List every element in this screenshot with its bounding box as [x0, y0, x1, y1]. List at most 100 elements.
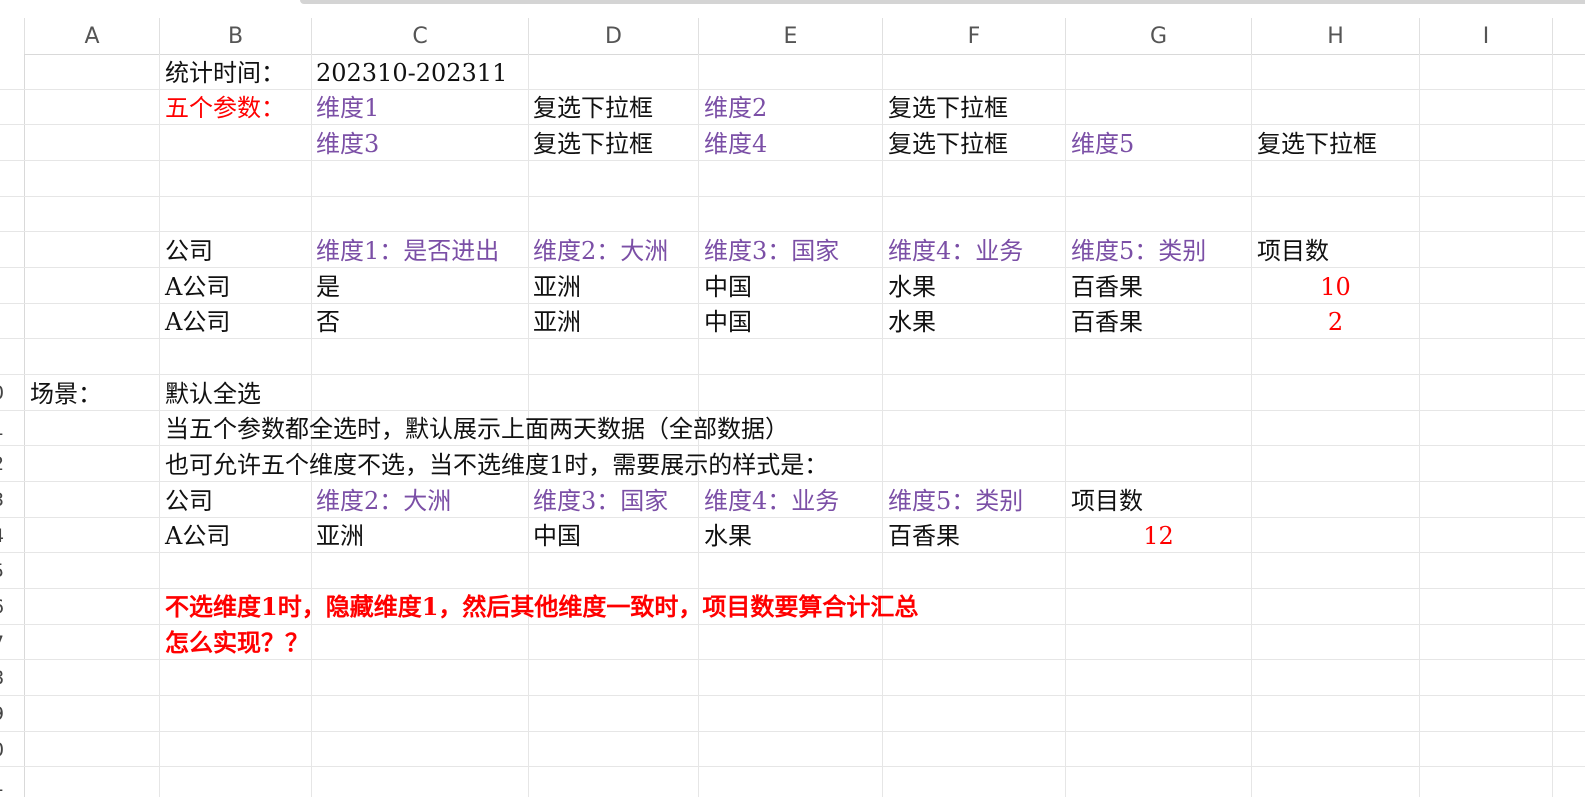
- grid-hline: [0, 231, 1585, 232]
- scenario-line2[interactable]: 当五个参数都全选时，默认展示上面两天数据（全部数据）: [165, 412, 789, 446]
- table-row-cell[interactable]: 亚洲: [533, 305, 581, 339]
- table-row-cell[interactable]: 亚洲: [533, 270, 581, 304]
- row-number[interactable]: 0: [0, 382, 12, 404]
- table2-header-dim5[interactable]: 维度5：类别: [888, 484, 1023, 518]
- param-dim5[interactable]: 维度5: [1071, 127, 1134, 161]
- grid-hline: [0, 374, 1585, 375]
- table1-header-company[interactable]: 公司: [165, 234, 213, 268]
- dim1-dropdown[interactable]: 复选下拉框: [533, 91, 653, 125]
- row-number[interactable]: 1: [0, 418, 12, 440]
- scenario-label[interactable]: 场景：: [30, 377, 102, 411]
- grid-vline: [882, 54, 883, 797]
- grid-hline: [0, 624, 1585, 625]
- column-separator: [1065, 18, 1066, 54]
- column-header-a[interactable]: A: [25, 18, 159, 55]
- row-number[interactable]: 6: [0, 596, 12, 618]
- column-header-f[interactable]: F: [883, 18, 1065, 55]
- column-separator: [1552, 18, 1553, 54]
- table1-header-dim1[interactable]: 维度1：是否进出: [316, 234, 499, 268]
- table-row-cell[interactable]: 中国: [533, 519, 581, 553]
- column-separator: [159, 18, 160, 54]
- grid-vline: [1251, 54, 1252, 797]
- column-header-h[interactable]: H: [1252, 18, 1419, 55]
- scenario-line3[interactable]: 也可允许五个维度不选，当不选维度1时，需要展示的样式是：: [165, 448, 828, 482]
- param-dim3[interactable]: 维度3: [316, 127, 379, 161]
- dim3-dropdown[interactable]: 复选下拉框: [533, 127, 653, 161]
- column-header-e[interactable]: E: [699, 18, 882, 55]
- table1-header-dim4[interactable]: 维度4：业务: [888, 234, 1023, 268]
- table-row-count[interactable]: 10: [1252, 270, 1419, 304]
- table2-header-dim4[interactable]: 维度4：业务: [704, 484, 839, 518]
- grid-hline: [0, 731, 1585, 732]
- row-number[interactable]: 0: [0, 739, 12, 761]
- column-header-d[interactable]: D: [529, 18, 698, 55]
- column-separator: [1419, 18, 1420, 54]
- table2-header-dim3[interactable]: 维度3：国家: [533, 484, 668, 518]
- grid-hline: [0, 196, 1585, 197]
- row-number[interactable]: 7: [0, 632, 12, 654]
- column-header-b[interactable]: B: [160, 18, 311, 55]
- dim5-dropdown[interactable]: 复选下拉框: [1257, 127, 1377, 161]
- row-number[interactable]: 9: [0, 703, 12, 725]
- table-row-cell[interactable]: 否: [316, 305, 340, 339]
- params-label[interactable]: 五个参数：: [165, 91, 285, 125]
- table-row-count[interactable]: 12: [1066, 519, 1251, 553]
- param-dim4[interactable]: 维度4: [704, 127, 767, 161]
- table-row-cell[interactable]: 是: [316, 270, 340, 304]
- table-row-cell[interactable]: 百香果: [888, 519, 960, 553]
- table-row-cell[interactable]: 水果: [888, 305, 936, 339]
- table-row-cell[interactable]: 水果: [704, 519, 752, 553]
- sheet-tab-shadow: [300, 0, 1585, 4]
- param-dim1[interactable]: 维度1: [316, 91, 379, 125]
- table2-header-count[interactable]: 项目数: [1071, 484, 1143, 518]
- column-separator: [528, 18, 529, 54]
- row-number[interactable]: 2: [0, 453, 12, 475]
- spreadsheet-grid[interactable]: A B C D E F G H I 0 1 2 3 4 5 6: [0, 0, 1585, 797]
- row-header-border: [24, 54, 25, 797]
- row-number[interactable]: 1: [0, 774, 12, 796]
- table2-header-dim2[interactable]: 维度2：大洲: [316, 484, 451, 518]
- grid-hline: [0, 766, 1585, 767]
- table-row-cell[interactable]: 水果: [888, 270, 936, 304]
- stat-time-value[interactable]: 202310-202311: [316, 56, 507, 90]
- table-row-cell[interactable]: 百香果: [1071, 305, 1143, 339]
- table-row-cell[interactable]: A公司: [165, 270, 230, 304]
- grid-vline: [1065, 54, 1066, 797]
- grid-hline: [0, 552, 1585, 553]
- sheet-tab-strip: [0, 0, 1585, 4]
- column-header-c[interactable]: C: [312, 18, 528, 55]
- grid-vline: [1419, 54, 1420, 797]
- table1-header-dim3[interactable]: 维度3：国家: [704, 234, 839, 268]
- dim2-dropdown[interactable]: 复选下拉框: [888, 91, 1008, 125]
- table1-header-dim5[interactable]: 维度5：类别: [1071, 234, 1206, 268]
- column-separator: [698, 18, 699, 54]
- table-row-cell[interactable]: 百香果: [1071, 270, 1143, 304]
- note-line2[interactable]: 怎么实现？？: [165, 626, 309, 660]
- grid-hline: [0, 588, 1585, 589]
- dim4-dropdown[interactable]: 复选下拉框: [888, 127, 1008, 161]
- grid-vline: [159, 54, 160, 797]
- column-separator: [311, 18, 312, 54]
- table-row-cell[interactable]: A公司: [165, 519, 230, 553]
- column-header-g[interactable]: G: [1066, 18, 1251, 55]
- table-row-cell[interactable]: 中国: [704, 305, 752, 339]
- param-dim2[interactable]: 维度2: [704, 91, 767, 125]
- table-row-count[interactable]: 2: [1252, 305, 1419, 339]
- column-separator: [24, 18, 25, 54]
- column-header-i[interactable]: I: [1420, 18, 1552, 55]
- table2-header-company[interactable]: 公司: [165, 484, 213, 518]
- row-number[interactable]: 8: [0, 667, 12, 689]
- table-row-cell[interactable]: 中国: [704, 270, 752, 304]
- stat-time-label[interactable]: 统计时间：: [165, 56, 285, 90]
- scenario-line1[interactable]: 默认全选: [165, 377, 261, 411]
- table1-header-dim2[interactable]: 维度2：大洲: [533, 234, 668, 268]
- row-number[interactable]: 5: [0, 560, 12, 582]
- table-row-cell[interactable]: A公司: [165, 305, 230, 339]
- column-separator: [1251, 18, 1252, 54]
- note-line1[interactable]: 不选维度1时，隐藏维度1，然后其他维度一致时，项目数要算合计汇总: [165, 590, 918, 624]
- column-header-blank: [1553, 18, 1585, 55]
- table1-header-count[interactable]: 项目数: [1257, 234, 1329, 268]
- table-row-cell[interactable]: 亚洲: [316, 519, 364, 553]
- row-number[interactable]: 3: [0, 489, 12, 511]
- row-number[interactable]: 4: [0, 525, 12, 547]
